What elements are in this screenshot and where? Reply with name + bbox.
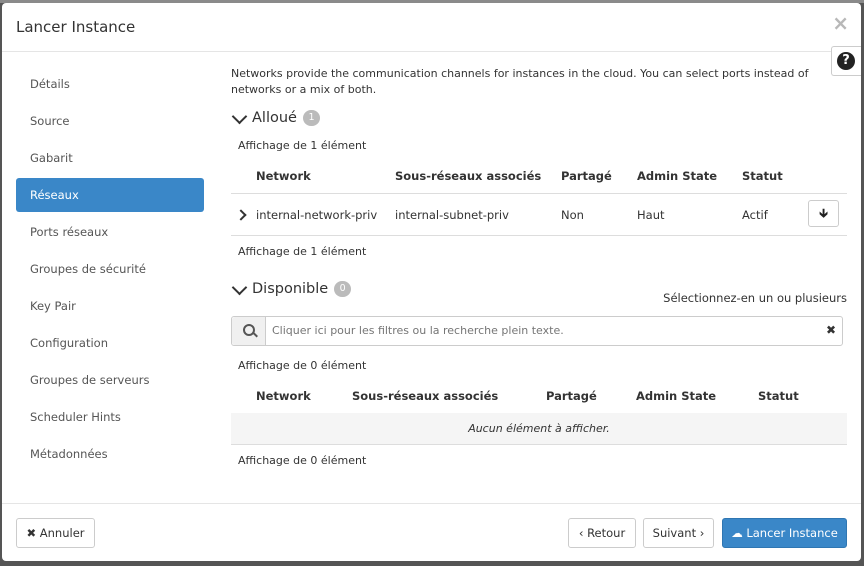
next-button[interactable]: Suivant ›	[643, 518, 714, 548]
sidebar-item-security-groups[interactable]: Groupes de sécurité	[16, 252, 204, 286]
sidebar-item-source[interactable]: Source	[16, 104, 204, 138]
table-row: internal-network-priv internal-subnet-pr…	[231, 194, 847, 236]
chevron-down-icon	[231, 108, 248, 124]
available-title: Disponible	[252, 281, 329, 297]
empty-table-message: Aucun élément à afficher.	[231, 413, 847, 445]
col-network[interactable]: Network	[256, 169, 311, 183]
magnifier-handle	[253, 332, 258, 338]
modal-footer: ✖ Annuler ‹ Retour Suivant › ☁ Lancer In…	[2, 503, 861, 561]
available-count-top: Affichage de 0 élément	[238, 359, 367, 372]
question-icon: ?	[837, 52, 855, 70]
cell-admin-state: Haut	[637, 208, 665, 222]
sidebar-item-networks[interactable]: Réseaux	[16, 178, 204, 212]
available-header[interactable]: Disponible 0	[231, 279, 352, 297]
col-admin-state[interactable]: Admin State	[636, 389, 716, 403]
available-count-badge: 0	[334, 281, 352, 297]
allocated-header[interactable]: Alloué 1	[231, 108, 320, 126]
chevron-down-icon	[231, 279, 248, 295]
intro-text: Networks provide the communication chann…	[231, 67, 809, 96]
clear-icon[interactable]: ✖	[826, 323, 836, 337]
available-count-bottom: Affichage de 0 élément	[238, 454, 367, 467]
sidebar-item-network-ports[interactable]: Ports réseaux	[16, 215, 204, 249]
allocated-table-header: Network Sous-réseaux associés Partagé Ad…	[231, 160, 847, 194]
launch-instance-modal: Lancer Instance × ? Détails Source Gabar…	[2, 3, 861, 561]
chevron-right-icon[interactable]	[235, 209, 247, 221]
sidebar-item-server-groups[interactable]: Groupes de serveurs	[16, 363, 204, 397]
search-input[interactable]	[272, 324, 812, 337]
sidebar-item-metadata[interactable]: Métadonnées	[16, 437, 204, 471]
arrow-down-icon: 🡳	[819, 206, 828, 220]
available-table-header: Network Sous-réseaux associés Partagé Ad…	[231, 380, 847, 414]
sidebar-item-scheduler-hints[interactable]: Scheduler Hints	[16, 400, 204, 434]
modal-header: Lancer Instance ×	[2, 3, 861, 52]
col-shared[interactable]: Partagé	[561, 169, 612, 183]
deallocate-button[interactable]: 🡳	[808, 200, 839, 227]
col-network[interactable]: Network	[256, 389, 311, 403]
col-subnets[interactable]: Sous-réseaux associés	[395, 169, 541, 183]
select-hint: Sélectionnez-en un ou plusieurs	[663, 291, 847, 305]
wizard-sidebar: Détails Source Gabarit Réseaux Ports rés…	[16, 67, 204, 474]
launch-instance-button[interactable]: ☁ Lancer Instance	[722, 518, 847, 548]
close-icon[interactable]: ×	[832, 13, 849, 33]
back-button[interactable]: ‹ Retour	[568, 518, 636, 548]
allocated-count-top: Affichage de 1 élément	[238, 139, 367, 152]
sidebar-item-flavor[interactable]: Gabarit	[16, 141, 204, 175]
cell-network: internal-network-priv	[256, 208, 378, 222]
help-button[interactable]: ?	[831, 46, 861, 76]
sidebar-item-details[interactable]: Détails	[16, 67, 204, 101]
cell-subnets: internal-subnet-priv	[395, 208, 509, 222]
cell-status: Actif	[742, 208, 768, 222]
search-bar: ✖	[231, 316, 843, 346]
col-admin-state[interactable]: Admin State	[637, 169, 717, 183]
cancel-button[interactable]: ✖ Annuler	[16, 518, 95, 548]
sidebar-item-key-pair[interactable]: Key Pair	[16, 289, 204, 323]
sidebar-item-configuration[interactable]: Configuration	[16, 326, 204, 360]
col-status[interactable]: Statut	[758, 389, 799, 403]
allocated-count-badge: 1	[302, 110, 320, 126]
allocated-title: Alloué	[252, 110, 297, 126]
modal-title: Lancer Instance	[16, 18, 136, 36]
col-shared[interactable]: Partagé	[546, 389, 597, 403]
allocated-count-bottom: Affichage de 1 élément	[238, 245, 367, 258]
col-status[interactable]: Statut	[742, 169, 783, 183]
search-icon[interactable]	[232, 317, 266, 345]
col-subnets[interactable]: Sous-réseaux associés	[352, 389, 498, 403]
cell-shared: Non	[561, 208, 584, 222]
